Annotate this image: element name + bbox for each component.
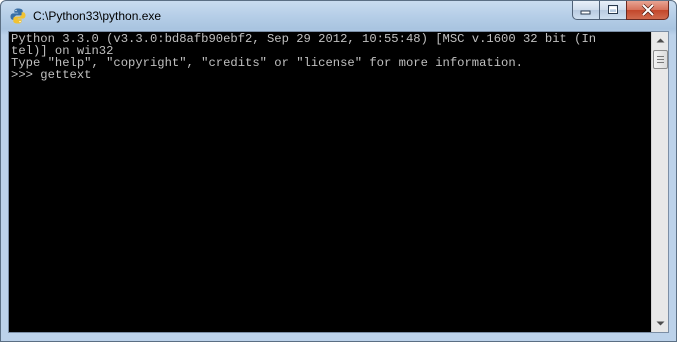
title-bar[interactable]: C:\Python33\python.exe [1,1,676,31]
thumb-grip-line [657,62,664,63]
console-prompt-line: >>> gettext [11,68,92,82]
caption-buttons [572,1,669,21]
scroll-down-button[interactable] [652,315,668,332]
vertical-scrollbar[interactable] [651,32,668,332]
maximize-button[interactable] [599,1,626,20]
thumb-grip-line [657,56,664,57]
console-text: Python 3.3.0 (v3.3.0:bd8afb90ebf2, Sep 2… [11,33,596,81]
console-window: C:\Python33\python.exe Python 3.3.0 (v3.… [0,0,677,342]
minimize-button[interactable] [572,1,599,20]
python-icon[interactable] [9,7,27,25]
thumb-grip-line [657,59,664,60]
window-title: C:\Python33\python.exe [33,9,162,23]
scrollbar-thumb[interactable] [653,50,668,69]
scroll-up-button[interactable] [652,32,668,49]
console-output-area[interactable]: Python 3.3.0 (v3.3.0:bd8afb90ebf2, Sep 2… [8,31,669,333]
close-button[interactable] [626,1,669,20]
scroll-down-arrow-icon [656,321,664,326]
maximize-icon [608,5,618,14]
close-icon [641,4,654,16]
scroll-up-arrow-icon [656,38,664,43]
minimize-icon [580,10,591,15]
